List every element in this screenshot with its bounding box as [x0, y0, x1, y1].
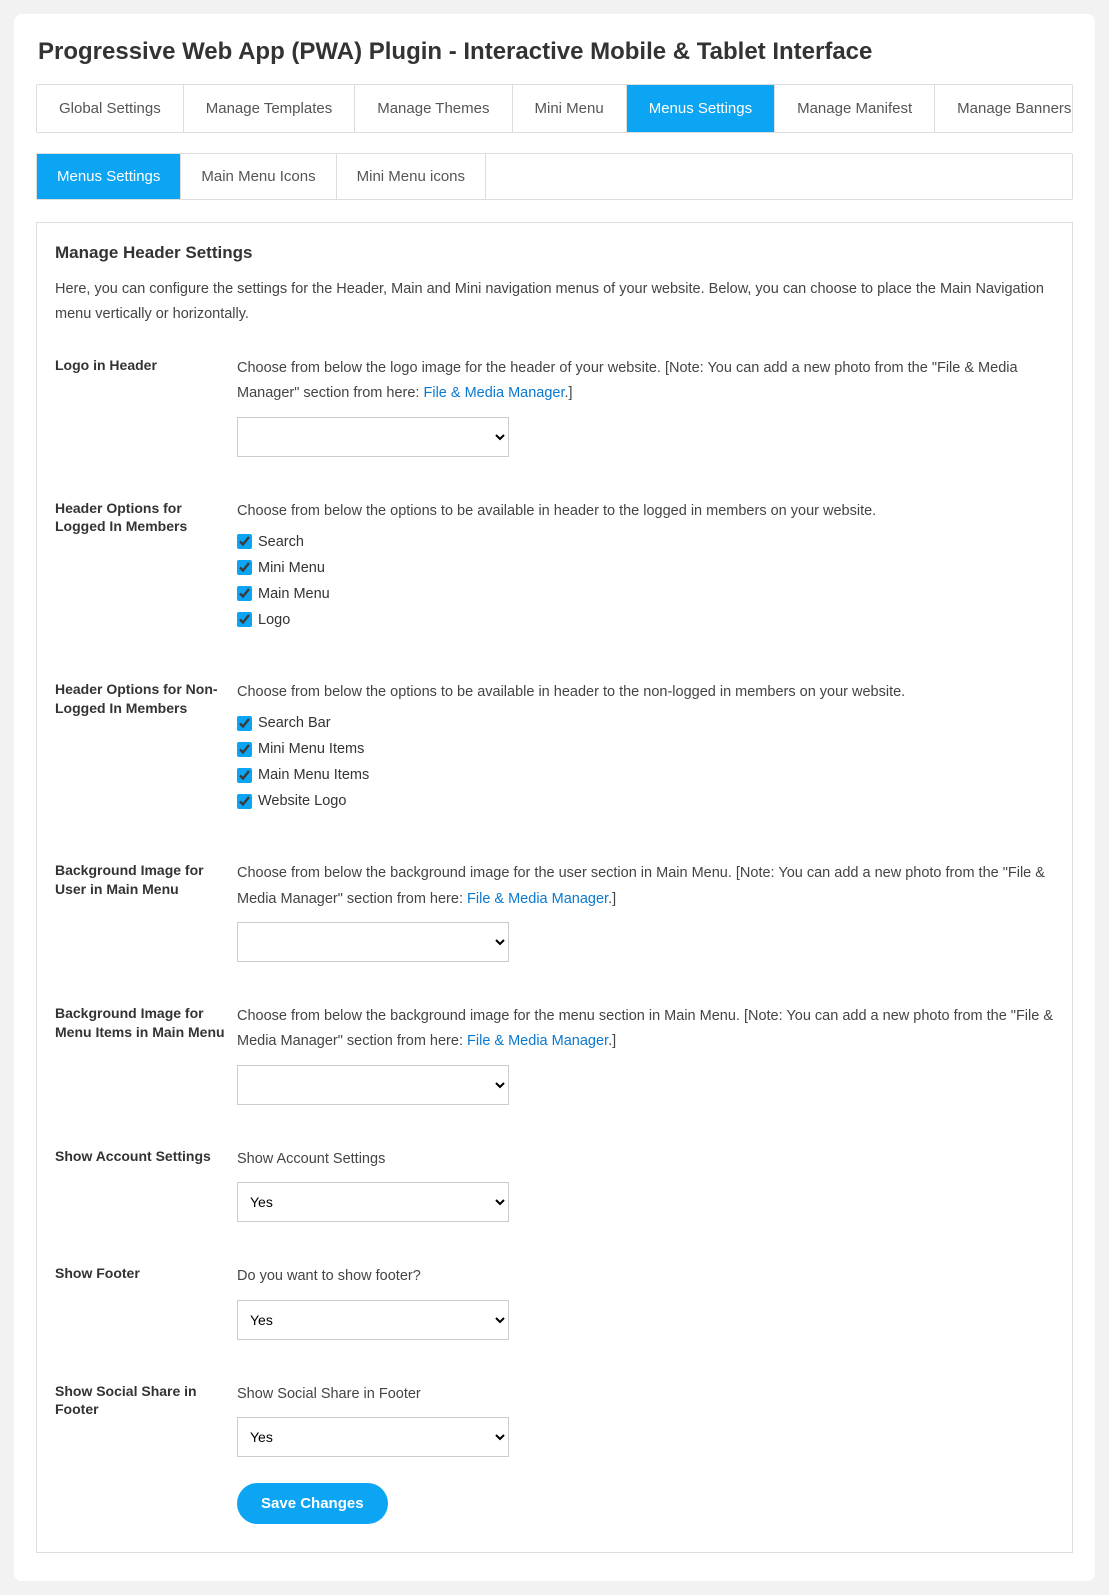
sub-tabs: Menus Settings Main Menu Icons Mini Menu… — [36, 153, 1073, 200]
tab-manage-themes[interactable]: Manage Themes — [355, 85, 512, 132]
label-show-account: Show Account Settings — [55, 1147, 237, 1166]
tab-global-settings[interactable]: Global Settings — [37, 85, 184, 132]
label-show-social: Show Social Share in Footer — [55, 1382, 237, 1420]
checkbox-main-menu[interactable] — [237, 586, 252, 601]
label-show-footer: Show Footer — [55, 1264, 237, 1283]
subtab-main-menu-icons[interactable]: Main Menu Icons — [181, 154, 336, 199]
row-show-footer: Show Footer Do you want to show footer? … — [55, 1264, 1054, 1339]
label-header-non-logged: Header Options for Non-Logged In Members — [55, 680, 237, 718]
panel-intro: Here, you can configure the settings for… — [55, 277, 1054, 328]
tab-mini-menu[interactable]: Mini Menu — [513, 85, 627, 132]
page-title: Progressive Web App (PWA) Plugin - Inter… — [38, 38, 1073, 66]
row-show-social: Show Social Share in Footer Show Social … — [55, 1382, 1054, 1457]
desc-show-social: Show Social Share in Footer — [237, 1382, 1054, 1407]
checkbox-search[interactable] — [237, 534, 252, 549]
checkbox-website-logo[interactable] — [237, 794, 252, 809]
subtab-menus-settings[interactable]: Menus Settings — [37, 154, 181, 199]
row-header-logged-in: Header Options for Logged In Members Cho… — [55, 499, 1054, 638]
settings-card: Progressive Web App (PWA) Plugin - Inter… — [14, 14, 1095, 1581]
check-website-logo[interactable]: Website Logo — [237, 793, 1054, 809]
checkbox-mini-menu-items[interactable] — [237, 742, 252, 757]
label-logo-header: Logo in Header — [55, 356, 237, 375]
select-show-social[interactable]: Yes — [237, 1417, 509, 1457]
subtab-filler — [486, 154, 1072, 199]
tab-manage-banners[interactable]: Manage Banners — [935, 85, 1073, 132]
select-show-footer[interactable]: Yes — [237, 1300, 509, 1340]
checkbox-main-menu-items[interactable] — [237, 768, 252, 783]
tab-manage-manifest[interactable]: Manage Manifest — [775, 85, 935, 132]
checkbox-search-bar[interactable] — [237, 716, 252, 731]
select-logo-header[interactable] — [237, 417, 509, 457]
desc-logo-header: Choose from below the logo image for the… — [237, 356, 1054, 407]
row-show-account: Show Account Settings Show Account Setti… — [55, 1147, 1054, 1222]
desc-show-account: Show Account Settings — [237, 1147, 1054, 1172]
row-header-non-logged: Header Options for Non-Logged In Members… — [55, 680, 1054, 819]
check-logo[interactable]: Logo — [237, 612, 1054, 628]
label-bg-menu: Background Image for Menu Items in Main … — [55, 1004, 237, 1042]
row-bg-menu: Background Image for Menu Items in Main … — [55, 1004, 1054, 1105]
checkbox-logo[interactable] — [237, 612, 252, 627]
check-main-menu[interactable]: Main Menu — [237, 586, 1054, 602]
desc-bg-user: Choose from below the background image f… — [237, 861, 1054, 912]
row-bg-user: Background Image for User in Main Menu C… — [55, 861, 1054, 962]
select-bg-menu[interactable] — [237, 1065, 509, 1105]
check-search[interactable]: Search — [237, 534, 1054, 550]
check-mini-menu-items[interactable]: Mini Menu Items — [237, 741, 1054, 757]
check-mini-menu[interactable]: Mini Menu — [237, 560, 1054, 576]
link-file-media-manager-3[interactable]: File & Media Manager — [467, 1033, 608, 1049]
tab-menus-settings[interactable]: Menus Settings — [627, 85, 775, 132]
desc-show-footer: Do you want to show footer? — [237, 1264, 1054, 1289]
checkbox-mini-menu[interactable] — [237, 560, 252, 575]
select-bg-user[interactable] — [237, 922, 509, 962]
save-button[interactable]: Save Changes — [237, 1483, 388, 1524]
subtab-mini-menu-icons[interactable]: Mini Menu icons — [337, 154, 486, 199]
desc-header-non-logged: Choose from below the options to be avai… — [237, 680, 1054, 705]
link-file-media-manager[interactable]: File & Media Manager — [423, 385, 564, 401]
desc-bg-menu: Choose from below the background image f… — [237, 1004, 1054, 1055]
desc-header-logged-in: Choose from below the options to be avai… — [237, 499, 1054, 524]
label-bg-user: Background Image for User in Main Menu — [55, 861, 237, 899]
select-show-account[interactable]: Yes — [237, 1182, 509, 1222]
link-file-media-manager-2[interactable]: File & Media Manager — [467, 891, 608, 907]
main-tabs: Global Settings Manage Templates Manage … — [36, 84, 1073, 133]
tab-manage-templates[interactable]: Manage Templates — [184, 85, 355, 132]
check-search-bar[interactable]: Search Bar — [237, 715, 1054, 731]
check-main-menu-items[interactable]: Main Menu Items — [237, 767, 1054, 783]
row-logo-header: Logo in Header Choose from below the log… — [55, 356, 1054, 457]
panel-heading: Manage Header Settings — [55, 243, 1054, 263]
settings-panel: Manage Header Settings Here, you can con… — [36, 222, 1073, 1553]
label-header-logged-in: Header Options for Logged In Members — [55, 499, 237, 537]
